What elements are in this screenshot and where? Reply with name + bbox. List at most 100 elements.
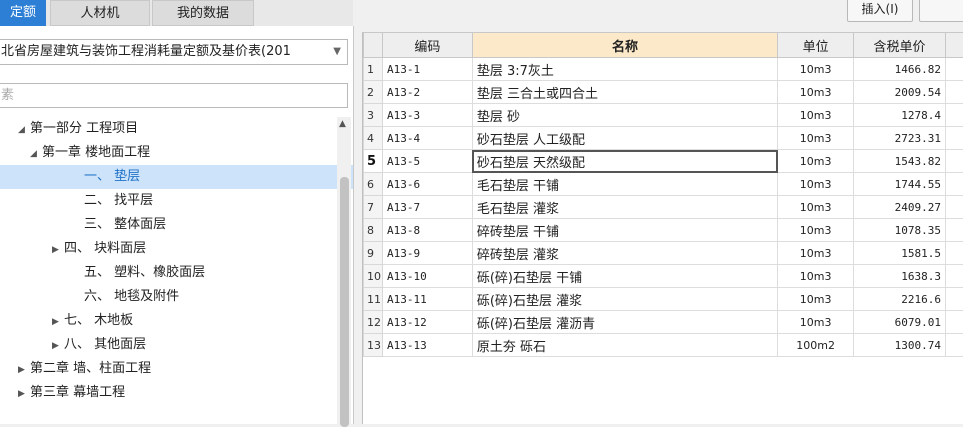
price-cell[interactable]: 2723.31 — [854, 127, 946, 150]
table-row[interactable]: 5A13-5砂石垫层 天然级配10m31543.82 — [364, 150, 963, 173]
row-number[interactable]: 6 — [364, 173, 383, 196]
code-cell[interactable]: A13-12 — [382, 311, 472, 334]
scrollbar-thumb[interactable] — [340, 177, 349, 427]
code-column-header[interactable]: 编码 — [382, 33, 472, 58]
price-cell[interactable]: 1543.82 — [854, 150, 946, 173]
name-cell[interactable]: 垫层 砂 — [472, 104, 777, 127]
row-number[interactable]: 5 — [364, 150, 383, 173]
expand-arrow-icon[interactable]: ▶ — [52, 310, 64, 334]
tree-scrollbar[interactable]: ▲ — [337, 117, 351, 424]
table-row[interactable]: 13A13-13原土夯 砾石100m21300.74 — [364, 334, 963, 357]
name-cell[interactable]: 毛石垫层 灌浆 — [472, 196, 777, 219]
unit-cell[interactable]: 10m3 — [778, 127, 854, 150]
name-cell[interactable]: 碎砖垫层 干铺 — [472, 219, 777, 242]
tree-node[interactable]: ▶七、 木地板 — [0, 309, 353, 333]
unit-cell[interactable]: 10m3 — [778, 104, 854, 127]
insert-button[interactable]: 插入(I) — [847, 0, 913, 22]
code-cell[interactable]: A13-5 — [382, 150, 472, 173]
code-cell[interactable]: A13-3 — [382, 104, 472, 127]
unit-cell[interactable]: 10m3 — [778, 219, 854, 242]
tree-node[interactable]: 五、 塑料、橡胶面层 — [0, 261, 353, 285]
row-number[interactable]: 7 — [364, 196, 383, 219]
row-number[interactable]: 4 — [364, 127, 383, 150]
expand-arrow-icon[interactable]: ▶ — [18, 358, 30, 382]
code-cell[interactable]: A13-13 — [382, 334, 472, 357]
price-cell[interactable]: 1581.5 — [854, 242, 946, 265]
price-cell[interactable]: 1300.74 — [854, 334, 946, 357]
unit-cell[interactable]: 10m3 — [778, 242, 854, 265]
price-column-header[interactable]: 含税单价 — [854, 33, 946, 58]
unit-cell[interactable]: 10m3 — [778, 196, 854, 219]
tree-node[interactable]: ▶第二章 墙、柱面工程 — [0, 357, 348, 381]
name-cell[interactable]: 原土夯 砾石 — [472, 334, 777, 357]
collapse-arrow-icon[interactable]: ◢ — [30, 142, 42, 166]
price-cell[interactable]: 1638.3 — [854, 265, 946, 288]
tree-node[interactable]: ▶第三章 幕墙工程 — [0, 381, 348, 405]
table-row[interactable]: 9A13-9碎砖垫层 灌浆10m31581.5 — [364, 242, 963, 265]
tree-node[interactable]: 一、 垫层 — [0, 165, 353, 189]
code-cell[interactable]: A13-6 — [382, 173, 472, 196]
row-number[interactable]: 11 — [364, 288, 383, 311]
unit-cell[interactable]: 10m3 — [778, 311, 854, 334]
unit-cell[interactable]: 10m3 — [778, 150, 854, 173]
unit-cell[interactable]: 100m2 — [778, 334, 854, 357]
table-row[interactable]: 1A13-1垫层 3:7灰土10m31466.82 — [364, 58, 963, 81]
code-cell[interactable]: A13-7 — [382, 196, 472, 219]
code-cell[interactable]: A13-8 — [382, 219, 472, 242]
tab-quota[interactable]: 定额 — [0, 0, 46, 26]
row-number[interactable]: 10 — [364, 265, 383, 288]
code-cell[interactable]: A13-4 — [382, 127, 472, 150]
row-number[interactable]: 13 — [364, 334, 383, 357]
expand-arrow-icon[interactable]: ▶ — [52, 238, 64, 262]
tree-node[interactable]: ▶四、 块料面层 — [0, 237, 353, 261]
price-cell[interactable]: 1278.4 — [854, 104, 946, 127]
table-row[interactable]: 10A13-10砾(碎)石垫层 干铺10m31638.3 — [364, 265, 963, 288]
chevron-down-icon[interactable]: ▼ — [333, 40, 341, 64]
scroll-up-arrow-icon[interactable]: ▲ — [339, 119, 346, 129]
expand-arrow-icon[interactable]: ▶ — [52, 334, 64, 358]
table-row[interactable]: 12A13-12砾(碎)石垫层 灌沥青10m36079.01 — [364, 311, 963, 334]
code-cell[interactable]: A13-9 — [382, 242, 472, 265]
expand-arrow-icon[interactable]: ▶ — [18, 382, 30, 406]
tree-node[interactable]: 六、 地毯及附件 — [0, 285, 353, 309]
unit-cell[interactable]: 10m3 — [778, 265, 854, 288]
row-number[interactable]: 8 — [364, 219, 383, 242]
tree-node[interactable]: ◢第一部分 工程项目 — [0, 117, 348, 141]
tab-my-data[interactable]: 我的数据 — [152, 0, 254, 26]
name-cell[interactable]: 砾(碎)石垫层 灌沥青 — [472, 311, 777, 334]
unit-cell[interactable]: 10m3 — [778, 288, 854, 311]
unit-cell[interactable]: 10m3 — [778, 173, 854, 196]
unit-cell[interactable]: 10m3 — [778, 81, 854, 104]
name-cell[interactable]: 砾(碎)石垫层 灌浆 — [472, 288, 777, 311]
toolbar-button[interactable] — [919, 0, 963, 22]
row-number[interactable]: 1 — [364, 58, 383, 81]
unit-cell[interactable]: 10m3 — [778, 58, 854, 81]
price-cell[interactable]: 2409.27 — [854, 196, 946, 219]
name-cell[interactable]: 砂石垫层 天然级配 — [472, 150, 777, 173]
tree-node[interactable]: ◢第一章 楼地面工程 — [0, 141, 353, 165]
code-cell[interactable]: A13-11 — [382, 288, 472, 311]
collapse-arrow-icon[interactable]: ◢ — [18, 118, 30, 142]
name-cell[interactable]: 砂石垫层 人工级配 — [472, 127, 777, 150]
name-cell[interactable]: 垫层 三合土或四合土 — [472, 81, 777, 104]
table-row[interactable]: 3A13-3垫层 砂10m31278.4 — [364, 104, 963, 127]
table-row[interactable]: 7A13-7毛石垫层 灌浆10m32409.27 — [364, 196, 963, 219]
row-number[interactable]: 3 — [364, 104, 383, 127]
price-cell[interactable]: 1078.35 — [854, 219, 946, 242]
price-cell[interactable]: 2009.54 — [854, 81, 946, 104]
table-row[interactable]: 4A13-4砂石垫层 人工级配10m32723.31 — [364, 127, 963, 150]
name-cell[interactable]: 砾(碎)石垫层 干铺 — [472, 265, 777, 288]
table-row[interactable]: 8A13-8碎砖垫层 干铺10m31078.35 — [364, 219, 963, 242]
code-cell[interactable]: A13-10 — [382, 265, 472, 288]
tree-node[interactable]: ▶八、 其他面层 — [0, 333, 353, 357]
unit-column-header[interactable]: 单位 — [778, 33, 854, 58]
price-cell[interactable]: 2216.6 — [854, 288, 946, 311]
row-number[interactable]: 12 — [364, 311, 383, 334]
library-select[interactable]: 北省房屋建筑与装饰工程消耗量定额及基价表(201 ▼ — [0, 39, 348, 65]
search-input[interactable]: 素 — [0, 83, 348, 108]
table-row[interactable]: 2A13-2垫层 三合土或四合土10m32009.54 — [364, 81, 963, 104]
tree-node[interactable]: 二、 找平层 — [0, 189, 353, 213]
name-column-header[interactable]: 名称 — [472, 33, 777, 58]
name-cell[interactable]: 毛石垫层 干铺 — [472, 173, 777, 196]
name-cell[interactable]: 垫层 3:7灰土 — [472, 58, 777, 81]
